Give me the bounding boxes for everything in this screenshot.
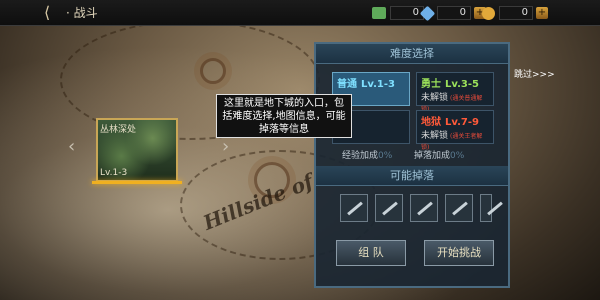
dungeon-level: Lv.1-3	[100, 168, 128, 178]
dungeon-name: 丛林深处	[100, 125, 137, 135]
ticket-icon	[372, 7, 386, 19]
resource-diamond: 0 +	[419, 5, 486, 21]
difficulty-name: 普通	[337, 79, 357, 90]
resource-ticket: 0	[372, 5, 424, 21]
previous-dungeon-arrow-icon[interactable]: ‹	[68, 138, 75, 156]
resource-gold: 0 +	[482, 5, 548, 21]
top-bar: ⟨ · 战斗 0 0 + 0 +	[0, 0, 600, 26]
difficulty-name: 地狱	[421, 117, 441, 128]
gold-coin-icon	[482, 6, 495, 20]
diamond-count: 0	[437, 6, 471, 20]
dungeon-card[interactable]: 丛林深处 Lv.1-3	[96, 118, 178, 182]
back-arrow-icon[interactable]: ⟨	[44, 4, 64, 22]
lock-status: 未解锁	[421, 131, 449, 141]
gold-count: 0	[499, 6, 533, 20]
exp-bonus-label: 经验加成	[342, 151, 379, 161]
skip-tutorial-button[interactable]: 跳过>>>	[514, 67, 555, 80]
difficulty-level: Lv.1-3	[361, 79, 395, 90]
drop-bonus-value: 0%	[450, 151, 465, 161]
next-dungeon-arrow-icon[interactable]: ›	[222, 138, 229, 156]
difficulty-level: Lv.3-5	[445, 79, 479, 90]
sword-icon[interactable]	[375, 194, 403, 222]
sun-emblem	[200, 58, 226, 84]
selected-card-highlight	[92, 181, 182, 184]
team-button[interactable]: 组 队	[336, 240, 406, 266]
possible-drops-title: 可能掉落	[316, 166, 508, 186]
difficulty-hell[interactable]: 地狱 Lv.7-9 未解锁 (通关王者解锁)	[416, 110, 494, 151]
difficulty-name: 勇士	[421, 79, 441, 90]
greatsword-icon[interactable]	[410, 194, 438, 222]
drop-list	[340, 194, 492, 222]
blade-icon[interactable]	[340, 194, 368, 222]
diamond-icon	[419, 5, 436, 21]
start-challenge-button[interactable]: 开始挑战	[424, 240, 494, 266]
difficulty-panel: 难度选择 普通Lv.1-3 勇士Lv.3-5 未解锁(通关普通解锁) 地狱Lv.…	[314, 42, 510, 288]
difficulty-level: Lv.7-9	[445, 117, 479, 128]
exp-bonus-value: 0%	[378, 151, 393, 161]
add-gold-button[interactable]: +	[536, 7, 548, 19]
page-title: · 战斗	[66, 4, 98, 22]
drop-bonus-label: 掉落加成	[414, 151, 451, 161]
dagger-icon[interactable]	[445, 194, 473, 222]
drop-bonus: 掉落加成0%	[414, 148, 464, 161]
title-dot: ·	[66, 6, 74, 20]
ticket-count: 0	[390, 6, 424, 20]
world-map-background: Hillside of	[0, 0, 600, 300]
difficulty-warrior[interactable]: 勇士Lv.3-5 未解锁(通关普通解锁)	[416, 72, 494, 113]
lock-status: 未解锁	[421, 93, 449, 103]
page-title-text: 战斗	[73, 6, 98, 20]
difficulty-title: 难度选择	[316, 44, 508, 64]
exp-bonus: 经验加成0%	[342, 148, 392, 161]
spear-icon[interactable]	[480, 194, 492, 222]
tutorial-tooltip: 这里就是地下城的入口，包括难度选择,地图信息，可能掉落等信息	[216, 94, 352, 138]
